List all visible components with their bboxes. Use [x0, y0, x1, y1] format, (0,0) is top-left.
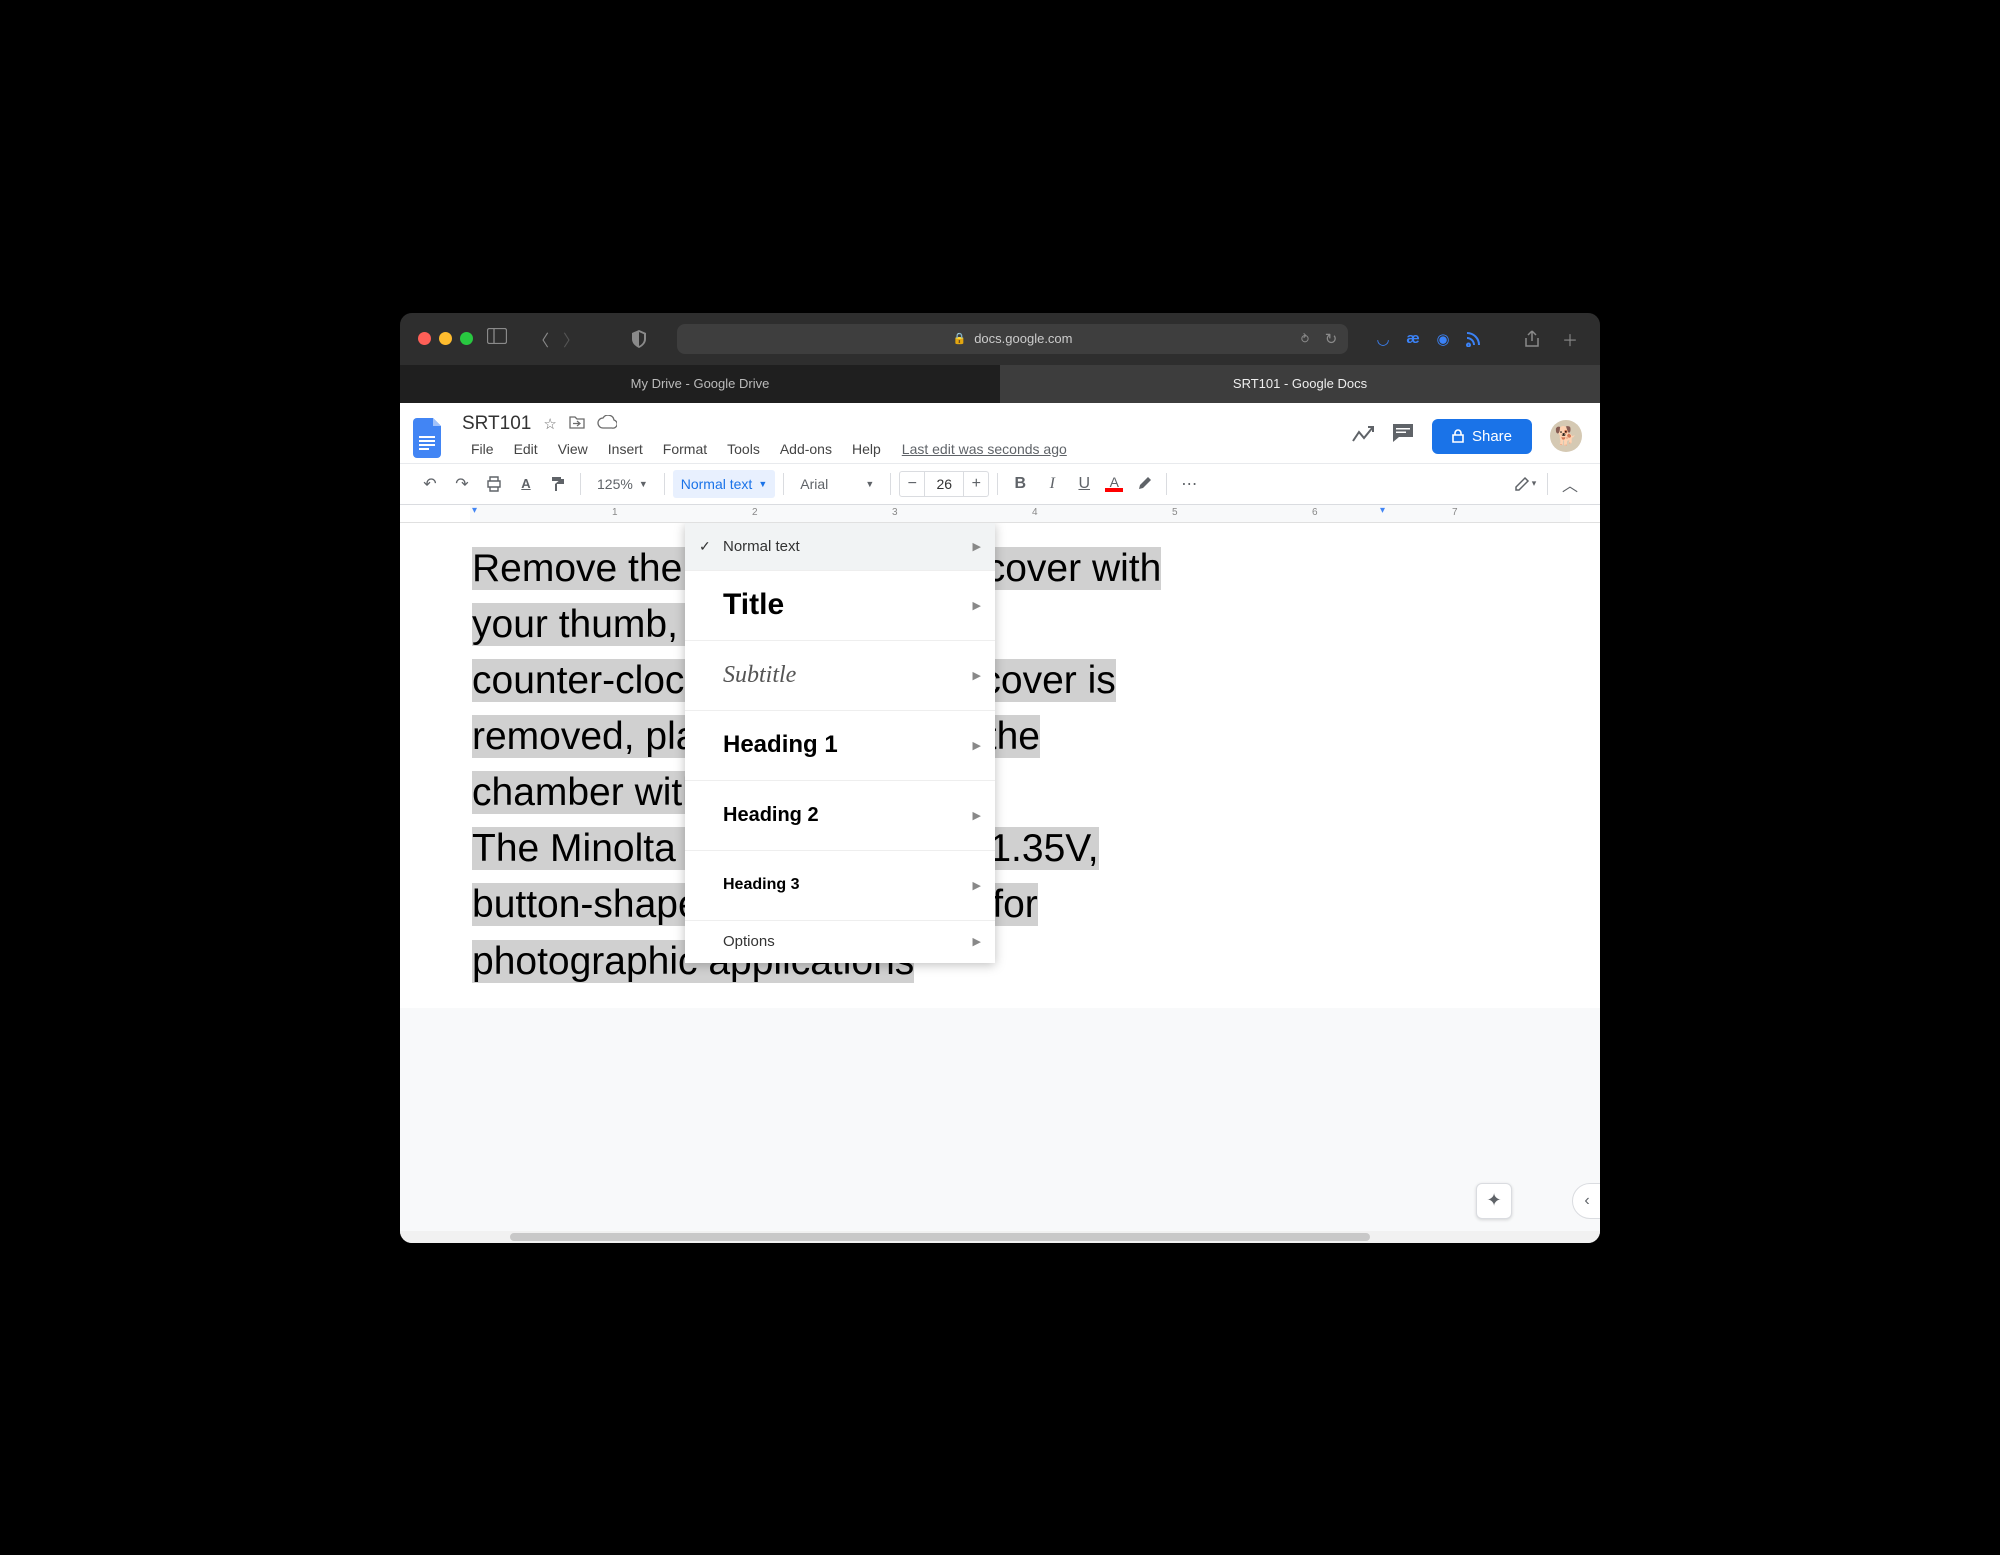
- new-tab-icon[interactable]: ＋: [1558, 327, 1582, 351]
- menu-view[interactable]: View: [549, 437, 597, 461]
- font-size-value[interactable]: 26: [924, 472, 964, 496]
- comments-icon[interactable]: [1392, 423, 1414, 449]
- style-heading-1[interactable]: Heading 1 ▶: [685, 711, 995, 781]
- font-size-control: − 26 +: [899, 471, 989, 497]
- menu-file[interactable]: File: [462, 437, 503, 461]
- collapse-toolbar-icon[interactable]: ︿: [1556, 470, 1584, 498]
- menu-tools[interactable]: Tools: [718, 437, 769, 461]
- ruler[interactable]: ▾ 1 2 3 4 5 6 ▾ 7: [400, 505, 1600, 523]
- font-size-increase[interactable]: +: [964, 475, 988, 493]
- bold-icon[interactable]: B: [1006, 470, 1034, 498]
- style-heading-3[interactable]: Heading 3 ▶: [685, 851, 995, 921]
- tab-docs[interactable]: SRT101 - Google Docs: [1000, 365, 1600, 403]
- menu-format[interactable]: Format: [654, 437, 716, 461]
- tab-strip: My Drive - Google Drive SRT101 - Google …: [400, 365, 1600, 403]
- zoom-select[interactable]: 125%▼: [589, 470, 656, 498]
- left-indent-marker[interactable]: ▾: [472, 505, 477, 516]
- submenu-arrow-icon: ▶: [973, 879, 981, 892]
- explore-button[interactable]: ✦: [1476, 1183, 1512, 1219]
- menu-edit[interactable]: Edit: [505, 437, 547, 461]
- right-indent-marker[interactable]: ▾: [1380, 505, 1385, 516]
- text-color-icon[interactable]: A: [1102, 470, 1126, 498]
- menu-addons[interactable]: Add-ons: [771, 437, 841, 461]
- last-edit-link[interactable]: Last edit was seconds ago: [902, 441, 1067, 457]
- style-normal-text[interactable]: ✓ Normal text ▶: [685, 523, 995, 571]
- url-host: docs.google.com: [974, 331, 1072, 346]
- translate-icon[interactable]: ⥁: [1296, 330, 1314, 348]
- shield-icon[interactable]: [627, 327, 651, 351]
- horizontal-scrollbar[interactable]: [400, 1231, 1600, 1243]
- paint-format-icon[interactable]: [544, 470, 572, 498]
- underline-icon[interactable]: U: [1070, 470, 1098, 498]
- print-icon[interactable]: [480, 470, 508, 498]
- lock-icon: [1452, 429, 1464, 443]
- reload-icon[interactable]: ↻: [1322, 330, 1340, 348]
- doc-title[interactable]: SRT101: [462, 413, 531, 435]
- scrollbar-thumb[interactable]: [510, 1233, 1370, 1241]
- submenu-arrow-icon: ▶: [973, 809, 981, 822]
- style-subtitle[interactable]: Subtitle ▶: [685, 641, 995, 711]
- cloud-status-icon[interactable]: [597, 415, 617, 433]
- submenu-arrow-icon: ▶: [973, 935, 981, 948]
- extension-target-icon[interactable]: ◉: [1434, 330, 1452, 348]
- more-icon[interactable]: ⋯: [1175, 470, 1203, 498]
- address-bar[interactable]: 🔒 docs.google.com ⥁ ↻: [677, 324, 1348, 354]
- menu-help[interactable]: Help: [843, 437, 890, 461]
- style-options[interactable]: Options ▶: [685, 921, 995, 963]
- lock-icon: 🔒: [953, 332, 967, 345]
- submenu-arrow-icon: ▶: [973, 540, 981, 553]
- font-select[interactable]: Arial▼: [792, 470, 882, 498]
- highlight-icon[interactable]: [1130, 470, 1158, 498]
- submenu-arrow-icon: ▶: [973, 739, 981, 752]
- document-text[interactable]: Remove the battery chamber cover with yo…: [472, 541, 1528, 990]
- extension-rss-icon[interactable]: [1464, 330, 1482, 348]
- menu-bar: File Edit View Insert Format Tools Add-o…: [462, 437, 1338, 461]
- toolbar: ↶ ↷ A 125%▼ Normal text▼ Arial▼ −: [400, 463, 1600, 505]
- editing-mode-icon[interactable]: ▾: [1511, 470, 1539, 498]
- maximize-window[interactable]: [460, 332, 473, 345]
- activity-icon[interactable]: [1352, 425, 1374, 448]
- nav-back-icon[interactable]: 〈: [529, 327, 553, 351]
- window-controls: [418, 332, 473, 345]
- avatar[interactable]: 🐕: [1550, 420, 1582, 452]
- undo-icon[interactable]: ↶: [416, 470, 444, 498]
- move-icon[interactable]: [569, 415, 585, 433]
- menu-insert[interactable]: Insert: [599, 437, 652, 461]
- paragraph-style-menu: ✓ Normal text ▶ Title ▶ Subtitle ▶ Headi…: [685, 523, 995, 963]
- nav-forward-icon[interactable]: 〉: [559, 327, 583, 351]
- spellcheck-icon[interactable]: A: [512, 470, 540, 498]
- extension-ae-icon[interactable]: æ: [1404, 330, 1422, 348]
- tab-drive[interactable]: My Drive - Google Drive: [400, 365, 1000, 403]
- check-icon: ✓: [699, 538, 723, 555]
- font-size-decrease[interactable]: −: [900, 475, 924, 493]
- italic-icon[interactable]: I: [1038, 470, 1066, 498]
- close-window[interactable]: [418, 332, 431, 345]
- document-area[interactable]: Remove the battery chamber cover with yo…: [400, 523, 1600, 1231]
- share-icon[interactable]: [1520, 327, 1544, 351]
- submenu-arrow-icon: ▶: [973, 599, 981, 612]
- minimize-window[interactable]: [439, 332, 452, 345]
- star-icon[interactable]: ☆: [543, 415, 556, 433]
- sidebar-toggle-icon[interactable]: [487, 328, 507, 349]
- browser-toolbar: 〈 〉 🔒 docs.google.com ⥁ ↻ ◡ æ ◉ ＋: [400, 313, 1600, 365]
- style-heading-2[interactable]: Heading 2 ▶: [685, 781, 995, 851]
- share-button[interactable]: Share: [1432, 419, 1532, 454]
- paragraph-style-select[interactable]: Normal text▼: [673, 470, 776, 498]
- side-panel-toggle[interactable]: ‹: [1572, 1183, 1600, 1219]
- style-title[interactable]: Title ▶: [685, 571, 995, 641]
- extension-spinner-icon[interactable]: ◡: [1374, 330, 1392, 348]
- submenu-arrow-icon: ▶: [973, 669, 981, 682]
- docs-logo-icon[interactable]: [410, 413, 448, 463]
- docs-header: SRT101 ☆ File Edit View Insert Format To…: [400, 403, 1600, 463]
- redo-icon[interactable]: ↷: [448, 470, 476, 498]
